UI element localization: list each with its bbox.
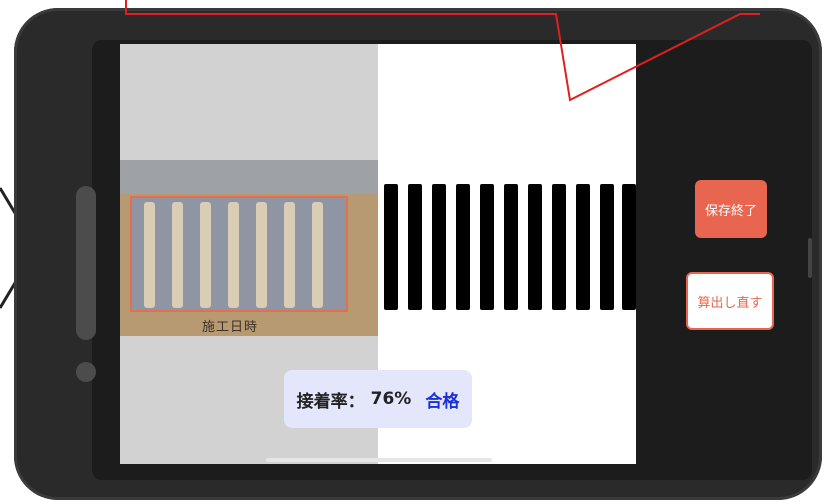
sample-photo: 施工日時 [120,160,378,336]
gap-stripe [172,202,183,308]
camera-dot [76,362,96,382]
gap-stripe [228,202,239,308]
gap-stripe [312,202,323,308]
analysis-region[interactable] [130,196,348,312]
app-screen: 施工日時 接着率： 76% 合格 [120,44,636,464]
binary-result-image [378,180,636,316]
pass-verdict: 合格 [425,391,460,412]
recalculate-button[interactable]: 算出し直す [686,272,774,330]
gap-stripe [284,202,295,308]
home-indicator [266,458,492,462]
adhesion-result: 接着率： 76% 合格 [284,370,472,428]
gap-stripe [256,202,267,308]
photo-caption: 施工日時 [202,320,259,335]
photo-top-strip [120,160,378,194]
side-button [76,186,96,340]
gap-stripe [144,202,155,308]
save-finish-button[interactable]: 保存終了 [695,180,767,238]
adhesion-rate-label: 接着率： [296,391,365,412]
gap-stripe [200,202,211,308]
adhesion-rate-value: 76% [370,389,412,409]
right-notch [808,238,812,278]
